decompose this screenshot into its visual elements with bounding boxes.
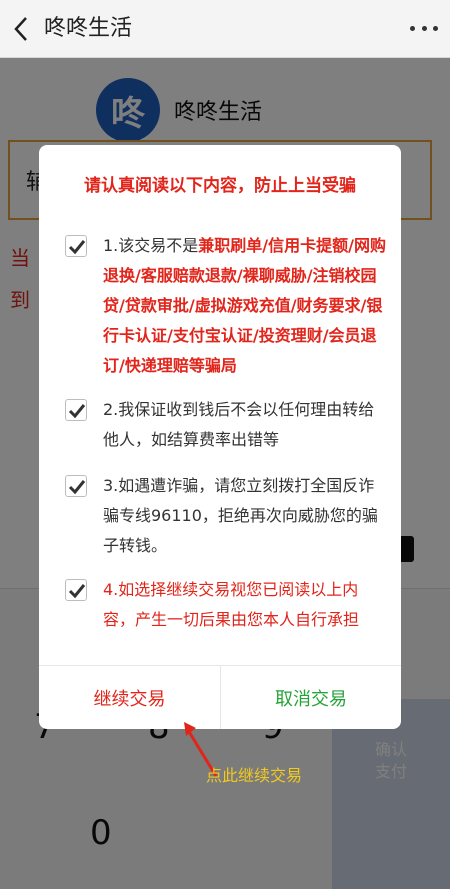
dialog-title: 请认真阅读以下内容，防止上当受骗 bbox=[84, 176, 356, 196]
checkbox-3[interactable] bbox=[65, 475, 87, 497]
notice-1-scam-list: 兼职刷单/信用卡提额/网购退换/客服赔款退款/裸聊威胁/注销校园贷/贷款审批/虚… bbox=[103, 236, 386, 375]
checkbox-2[interactable] bbox=[65, 399, 87, 421]
notice-text-1: 1.该交易不是兼职刷单/信用卡提额/网购退换/客服赔款退款/裸聊威胁/注销校园贷… bbox=[103, 231, 388, 381]
notice-text-3: 3.如遇遭诈骗，请您立刻拨打全国反诈骗专线96110，拒绝再次向威胁您的骗子转钱… bbox=[103, 476, 378, 555]
checkmark-icon bbox=[68, 584, 86, 599]
notice-item-4: 4.如选择继续交易视您已阅读以上内容，产生一切后果由您本人自行承担 bbox=[65, 575, 385, 639]
notice-item-1: 1.该交易不是兼职刷单/信用卡提额/网购退换/客服赔款退款/裸聊威胁/注销校园贷… bbox=[65, 231, 388, 381]
notice-item-3: 3.如遇遭诈骗，请您立刻拨打全国反诈骗专线96110，拒绝再次向威胁您的骗子转钱… bbox=[65, 471, 385, 563]
more-options-icon[interactable] bbox=[410, 22, 438, 34]
anti-fraud-dialog: 请认真阅读以下内容，防止上当受骗 1.该交易不是兼职刷单/信用卡提额/网购退换/… bbox=[39, 145, 401, 729]
annotation-hint: 点此继续交易 bbox=[206, 766, 303, 785]
top-nav-bar: 咚咚生活 bbox=[0, 0, 450, 58]
checkmark-icon bbox=[68, 404, 86, 419]
back-arrow-icon[interactable] bbox=[8, 12, 36, 46]
checkmark-icon bbox=[68, 240, 86, 255]
page-title: 咚咚生活 bbox=[44, 16, 133, 41]
notice-item-2: 2.我保证收到钱后不会以任何理由转给他人，如结算费率出错等 bbox=[65, 395, 385, 457]
checkbox-4[interactable] bbox=[65, 579, 87, 601]
notice-4-red-part: 4.如选择继续交易视您已阅读以上 bbox=[103, 580, 343, 599]
notice-text-2: 2.我保证收到钱后不会以任何理由转给他人，如结算费率出错等 bbox=[103, 400, 375, 449]
checkbox-1[interactable] bbox=[65, 235, 87, 257]
cancel-transaction-button[interactable]: 取消交易 bbox=[220, 666, 401, 729]
notice-1-prefix: 1.该交易不是 bbox=[103, 236, 199, 255]
checkmark-icon bbox=[68, 480, 86, 495]
notice-text-4: 4.如选择继续交易视您已阅读以上内容，产生一切后果由您本人自行承担 bbox=[103, 575, 388, 635]
